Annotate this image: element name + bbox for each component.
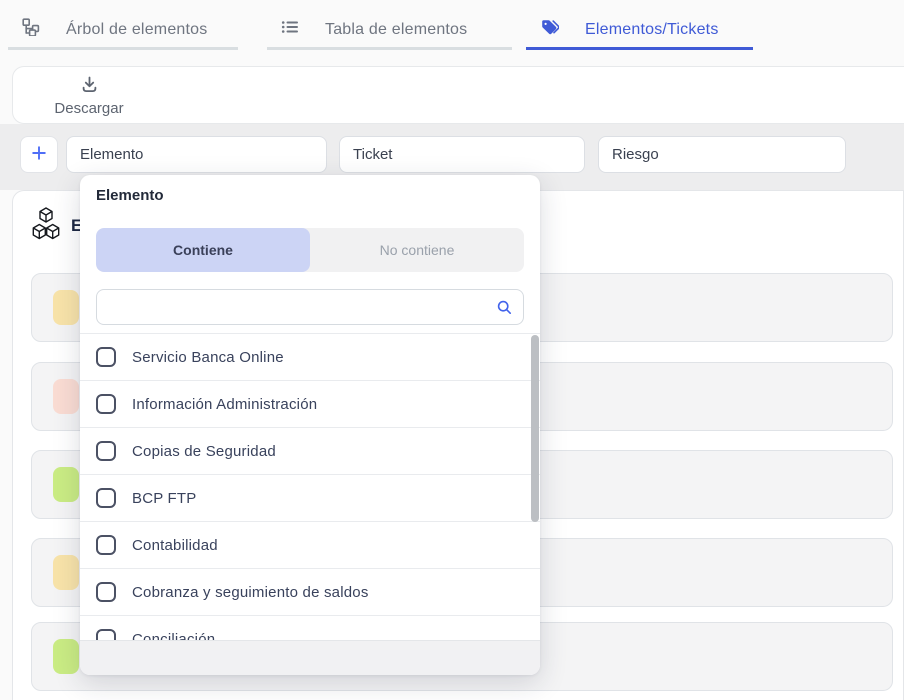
dropdown-title: Elemento bbox=[96, 187, 164, 204]
mode-no-contiene-button[interactable]: No contiene bbox=[310, 228, 524, 272]
tab-label: Elementos/Tickets bbox=[585, 21, 719, 39]
dropdown-footer bbox=[80, 640, 540, 675]
filter-field-riesgo[interactable]: Riesgo bbox=[598, 136, 846, 173]
plus-icon bbox=[30, 144, 48, 165]
option-label: Cobranza y seguimiento de saldos bbox=[132, 584, 369, 601]
tab-label: Árbol de elementos bbox=[66, 21, 207, 39]
list-icon bbox=[281, 18, 299, 41]
option-label: Servicio Banca Online bbox=[132, 349, 284, 366]
mode-contiene-button[interactable]: Contiene bbox=[96, 228, 310, 272]
dropdown-search bbox=[96, 289, 524, 325]
filter-field-label: Ticket bbox=[353, 146, 392, 163]
mode-label: No contiene bbox=[380, 242, 455, 258]
dropdown-scrollbar[interactable] bbox=[531, 335, 539, 522]
option-cobranza-y-seguimiento-de-saldos[interactable]: Cobranza y seguimiento de saldos bbox=[80, 569, 540, 616]
tab-tabla-de-elementos[interactable]: Tabla de elementos bbox=[267, 12, 512, 50]
checkbox[interactable] bbox=[96, 629, 116, 640]
checkbox[interactable] bbox=[96, 441, 116, 461]
element-color-swatch bbox=[53, 290, 79, 325]
option-bcp-ftp[interactable]: BCP FTP bbox=[80, 475, 540, 522]
filter-field-ticket[interactable]: Ticket bbox=[339, 136, 585, 173]
element-color-swatch bbox=[53, 555, 79, 590]
option-label: Información Administración bbox=[132, 396, 317, 413]
tree-icon bbox=[22, 18, 40, 41]
tab-elementos-tickets[interactable]: Elementos/Tickets bbox=[526, 12, 753, 50]
mode-label: Contiene bbox=[173, 242, 233, 258]
option-conciliacion[interactable]: Conciliación bbox=[80, 616, 540, 640]
filter-mode-toggle: Contiene No contiene bbox=[96, 228, 524, 272]
option-label: BCP FTP bbox=[132, 490, 196, 507]
toolbar: Descargar bbox=[12, 66, 904, 124]
checkbox[interactable] bbox=[96, 535, 116, 555]
dropdown-option-list: Servicio Banca Online Información Admini… bbox=[80, 333, 540, 640]
add-filter-button[interactable] bbox=[20, 136, 58, 173]
checkbox[interactable] bbox=[96, 347, 116, 367]
tab-arbol-de-elementos[interactable]: Árbol de elementos bbox=[8, 12, 238, 50]
option-label: Copias de Seguridad bbox=[132, 443, 276, 460]
filter-field-label: Elemento bbox=[80, 146, 143, 163]
option-informacion-administracion[interactable]: Información Administración bbox=[80, 381, 540, 428]
download-label: Descargar bbox=[54, 100, 123, 117]
element-color-swatch bbox=[53, 379, 79, 414]
option-label: Conciliación bbox=[132, 631, 215, 641]
element-filter-dropdown: Elemento Contiene No contiene Servicio B… bbox=[80, 175, 540, 675]
filter-field-label: Riesgo bbox=[612, 146, 659, 163]
option-servicio-banca-online[interactable]: Servicio Banca Online bbox=[80, 334, 540, 381]
checkbox[interactable] bbox=[96, 488, 116, 508]
download-button[interactable]: Descargar bbox=[39, 72, 139, 120]
option-contabilidad[interactable]: Contabilidad bbox=[80, 522, 540, 569]
option-label: Contabilidad bbox=[132, 537, 218, 554]
tag-icon bbox=[540, 18, 559, 42]
dropdown-search-input[interactable] bbox=[107, 290, 492, 324]
filter-field-elemento[interactable]: Elemento bbox=[66, 136, 327, 173]
search-icon bbox=[496, 299, 513, 321]
element-color-swatch bbox=[53, 467, 79, 502]
tab-label: Tabla de elementos bbox=[325, 21, 467, 39]
checkbox[interactable] bbox=[96, 394, 116, 414]
download-icon bbox=[80, 75, 99, 98]
cubes-icon bbox=[31, 207, 61, 245]
option-copias-de-seguridad[interactable]: Copias de Seguridad bbox=[80, 428, 540, 475]
element-color-swatch bbox=[53, 639, 79, 674]
app-root: Árbol de elementos Tabla de elementos El… bbox=[0, 0, 904, 700]
checkbox[interactable] bbox=[96, 582, 116, 602]
